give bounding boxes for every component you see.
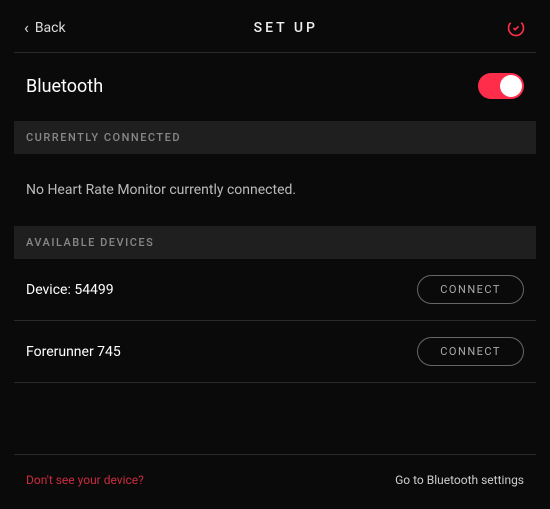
device-row: Forerunner 745 CONNECT bbox=[14, 321, 536, 383]
header: ‹ Back SET UP bbox=[14, 10, 536, 52]
back-label: Back bbox=[35, 20, 66, 36]
back-button[interactable]: ‹ Back bbox=[24, 20, 66, 36]
connected-empty-state: No Heart Rate Monitor currently connecte… bbox=[14, 154, 536, 226]
toggle-knob bbox=[500, 75, 522, 97]
device-name: Device: 54499 bbox=[26, 282, 114, 298]
device-name: Forerunner 745 bbox=[26, 344, 121, 360]
connected-section-header: CURRENTLY CONNECTED bbox=[14, 121, 536, 154]
device-row: Device: 54499 CONNECT bbox=[14, 259, 536, 321]
chevron-left-icon: ‹ bbox=[24, 20, 29, 36]
bluetooth-label: Bluetooth bbox=[26, 76, 103, 97]
help-link[interactable]: Don't see your device? bbox=[26, 473, 144, 487]
footer: Don't see your device? Go to Bluetooth s… bbox=[14, 454, 536, 497]
refresh-icon[interactable] bbox=[506, 18, 526, 38]
available-section-header: AVAILABLE DEVICES bbox=[14, 226, 536, 259]
page-title: SET UP bbox=[254, 20, 318, 36]
bluetooth-row: Bluetooth bbox=[14, 53, 536, 121]
connect-button[interactable]: CONNECT bbox=[417, 275, 524, 304]
connect-button[interactable]: CONNECT bbox=[417, 337, 524, 366]
bluetooth-toggle[interactable] bbox=[478, 73, 524, 99]
bluetooth-settings-link[interactable]: Go to Bluetooth settings bbox=[395, 473, 524, 487]
